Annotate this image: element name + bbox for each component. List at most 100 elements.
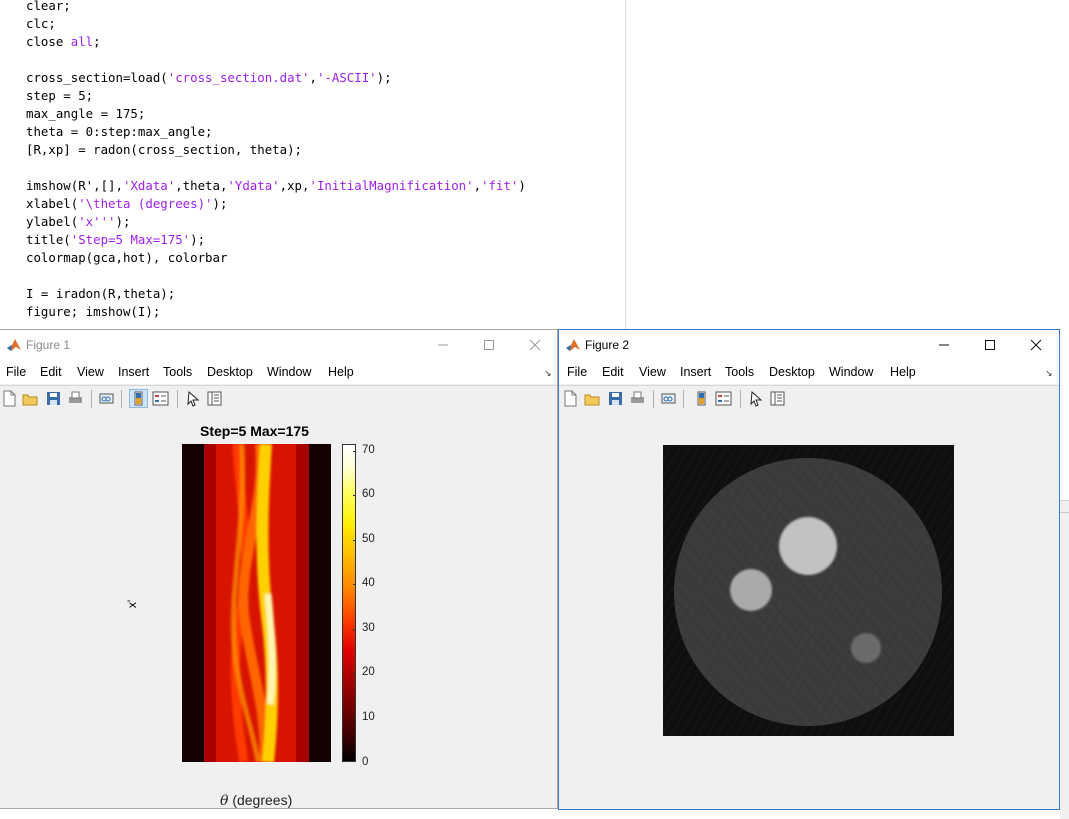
- menu-window[interactable]: Window: [829, 365, 873, 379]
- maximize-button[interactable]: [466, 330, 512, 360]
- code-line[interactable]: imshow(R',[],'Xdata',theta,'Ydata',xp,'I…: [26, 177, 526, 195]
- code-line[interactable]: [R,xp] = radon(cross_section, theta);: [26, 141, 302, 159]
- close-button[interactable]: [1013, 330, 1059, 360]
- new-figure-icon[interactable]: [562, 390, 579, 407]
- toolbar-separator: [121, 390, 122, 408]
- menu-insert[interactable]: Insert: [680, 365, 711, 379]
- code-token: clear;: [26, 0, 71, 13]
- print-icon[interactable]: [629, 390, 646, 407]
- insert-legend-icon[interactable]: [715, 390, 732, 407]
- x-axis-label-text: (degrees): [228, 792, 293, 808]
- close-button[interactable]: [512, 330, 558, 360]
- minimize-icon: [438, 344, 448, 346]
- colorbar-tick-mark: [353, 540, 356, 541]
- code-token: max_angle = 175;: [26, 106, 146, 121]
- minimize-button[interactable]: [420, 330, 466, 360]
- link-plot-icon[interactable]: [660, 390, 677, 407]
- pointer-icon[interactable]: [748, 390, 765, 407]
- menu-view[interactable]: View: [77, 365, 104, 379]
- minimize-button[interactable]: [921, 330, 967, 360]
- figure-2-window[interactable]: Figure 2 File Edit View Insert Tools Des…: [558, 329, 1060, 810]
- matlab-logo-icon: [7, 339, 21, 351]
- menu-file[interactable]: File: [567, 365, 587, 379]
- code-token: figure; imshow(I);: [26, 304, 161, 319]
- menu-desktop[interactable]: Desktop: [207, 365, 253, 379]
- code-token: theta = 0:step:max_angle;: [26, 124, 213, 139]
- reconstructed-image: [663, 445, 954, 736]
- colorbar-tick-mark: [353, 495, 356, 496]
- code-token: ,: [309, 70, 317, 85]
- save-icon[interactable]: [45, 390, 62, 407]
- menu-help[interactable]: Help: [890, 365, 916, 379]
- code-token: );: [212, 196, 228, 211]
- pointer-icon[interactable]: [185, 390, 202, 407]
- insert-colorbar-icon[interactable]: [129, 389, 148, 408]
- property-inspector-icon[interactable]: [769, 390, 786, 407]
- code-line[interactable]: close all;: [26, 33, 101, 51]
- code-string: '-ASCII': [316, 70, 377, 85]
- colorbar[interactable]: [342, 444, 356, 762]
- code-line[interactable]: clc;: [26, 15, 56, 33]
- code-line[interactable]: colormap(gca,hot), colorbar: [26, 249, 227, 267]
- code-line[interactable]: max_angle = 175;: [26, 105, 145, 123]
- code-token: ylabel(: [26, 214, 79, 229]
- code-token: clc;: [26, 16, 56, 31]
- toolbar-separator: [653, 390, 654, 408]
- menu-insert[interactable]: Insert: [118, 365, 149, 379]
- menu-window[interactable]: Window: [267, 365, 311, 379]
- code-editor[interactable]: clear; clc; close all; cross_section=load('…: [0, 0, 626, 330]
- insert-legend-icon[interactable]: [152, 390, 169, 407]
- code-line[interactable]: figure; imshow(I);: [26, 303, 160, 321]
- new-figure-icon[interactable]: [1, 390, 18, 407]
- code-line[interactable]: I = iradon(R,theta);: [26, 285, 175, 303]
- dock-arrow-icon[interactable]: ↘: [544, 368, 552, 379]
- code-token: title(: [26, 232, 71, 247]
- code-line[interactable]: title('Step=5 Max=175');: [26, 231, 205, 249]
- colorbar-tick-mark: [353, 673, 356, 674]
- code-line[interactable]: xlabel('\theta (degrees)');: [26, 195, 227, 213]
- code-token: [R,xp] = radon(cross_section, theta);: [26, 142, 303, 157]
- code-token: I = iradon(R,theta);: [26, 286, 176, 301]
- editor-right-pane: [627, 0, 1069, 330]
- figure-1-window[interactable]: Figure 1 File Edit View Insert Tools Des…: [0, 329, 558, 809]
- save-icon[interactable]: [607, 390, 624, 407]
- code-line[interactable]: theta = 0:step:max_angle;: [26, 123, 213, 141]
- code-line[interactable]: clear;: [26, 0, 71, 15]
- colorbar-tick-mark: [353, 629, 356, 630]
- open-file-icon[interactable]: [22, 390, 39, 407]
- maximize-button[interactable]: [967, 330, 1013, 360]
- menu-view[interactable]: View: [639, 365, 666, 379]
- dock-arrow-icon[interactable]: ↘: [1045, 368, 1053, 379]
- close-icon: [529, 339, 541, 351]
- code-string: 'Xdata': [122, 178, 176, 193]
- figure-1-titlebar[interactable]: Figure 1: [0, 330, 557, 360]
- code-line[interactable]: cross_section=load('cross_section.dat','…: [26, 69, 392, 87]
- menu-file[interactable]: File: [6, 365, 26, 379]
- menu-edit[interactable]: Edit: [602, 365, 624, 379]
- menu-tools[interactable]: Tools: [163, 365, 192, 379]
- link-plot-icon[interactable]: [98, 390, 115, 407]
- code-token: step = 5;: [26, 88, 94, 103]
- figure-2-toolbar: [559, 385, 1059, 413]
- menu-tools[interactable]: Tools: [725, 365, 754, 379]
- code-line[interactable]: step = 5;: [26, 87, 93, 105]
- code-string: 'cross_section.dat': [167, 70, 310, 85]
- property-inspector-icon[interactable]: [206, 390, 223, 407]
- menu-desktop[interactable]: Desktop: [769, 365, 815, 379]
- colorbar-tick-label: 10: [362, 711, 375, 723]
- print-icon[interactable]: [67, 390, 84, 407]
- menu-help[interactable]: Help: [328, 365, 354, 379]
- code-token: xlabel(: [26, 196, 79, 211]
- code-token: );: [115, 214, 131, 229]
- open-file-icon[interactable]: [584, 390, 601, 407]
- sinogram-svg: [182, 444, 331, 762]
- figure-2-titlebar[interactable]: Figure 2: [559, 330, 1059, 360]
- toolbar-separator: [683, 390, 684, 408]
- maximize-icon: [484, 340, 494, 350]
- minimize-icon: [939, 344, 949, 346]
- toolbar-separator: [91, 390, 92, 408]
- figure-2-menubar: File Edit View Insert Tools Desktop Wind…: [559, 360, 1059, 384]
- menu-edit[interactable]: Edit: [40, 365, 62, 379]
- code-line[interactable]: ylabel('x''');: [26, 213, 130, 231]
- insert-colorbar-icon[interactable]: [693, 390, 710, 407]
